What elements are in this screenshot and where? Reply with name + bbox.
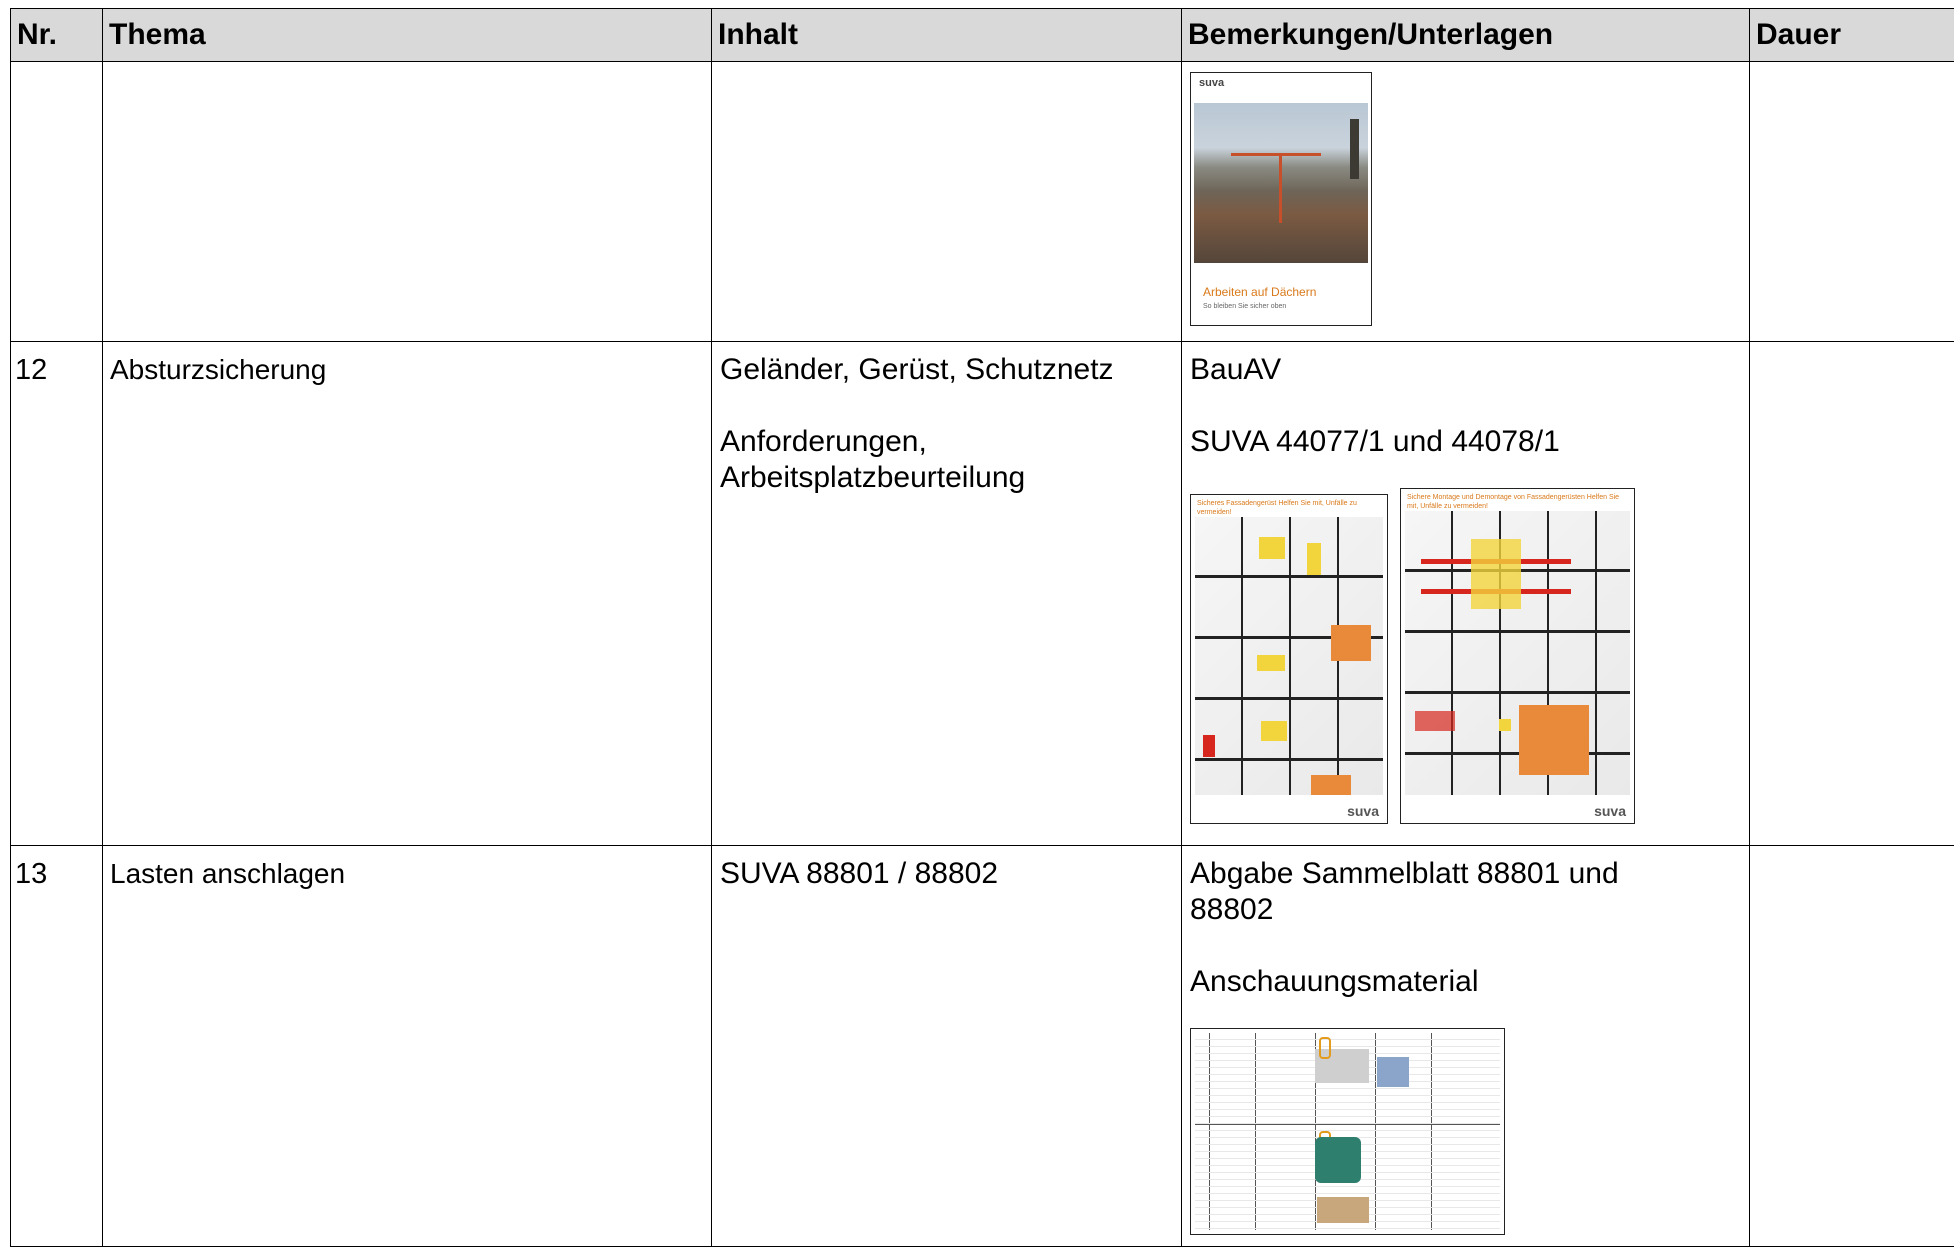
suva-logo: suva — [1594, 803, 1626, 819]
thema-text: Absturzsicherung — [103, 342, 711, 386]
poster-header: Sichere Montage und Demontage von Fassad… — [1407, 493, 1628, 511]
inhalt-line: Geländer, Gerüst, Schutznetz — [720, 352, 1173, 388]
cell-bemerkungen: BauAV SUVA 44077/1 und 44078/1 Sicheres … — [1182, 342, 1750, 846]
inhalt-line: Anforderungen, Arbeitsplatzbeurteilung — [720, 424, 1173, 496]
crane-arm-shape — [1231, 153, 1321, 156]
blue-box-image — [1377, 1057, 1409, 1087]
cell-thema — [103, 62, 712, 342]
cell-dauer — [1750, 846, 1954, 1247]
crane-mast-shape — [1279, 153, 1282, 223]
poster-header: Sicheres Fassadengerüst Helfen Sie mit, … — [1197, 499, 1381, 517]
suva-logo: suva — [1199, 77, 1224, 89]
thumb-title: Arbeiten auf Dächern — [1203, 285, 1316, 299]
bemerkung-line: Abgabe Sammelblatt 88801 und 88802 — [1190, 856, 1710, 928]
bemerkung-line: Anschauungsmaterial — [1190, 964, 1741, 1000]
row-number: 12 — [11, 342, 102, 387]
header-inhalt: Inhalt — [712, 9, 1182, 62]
cell-bemerkungen: suva Arbeiten auf Dächern So bleiben Sie… — [1182, 62, 1750, 342]
church-tower-shape — [1350, 119, 1359, 179]
cell-nr: 12 — [11, 342, 103, 846]
cell-bemerkungen: Abgabe Sammelblatt 88801 und 88802 Ansch… — [1182, 846, 1750, 1247]
bemerkung-line: BauAV — [1190, 352, 1741, 388]
document-thumbnail-roof: suva Arbeiten auf Dächern So bleiben Sie… — [1190, 72, 1372, 326]
header-dauer: Dauer — [1750, 9, 1954, 62]
header-thema: Thema — [103, 9, 712, 62]
cell-thema: Absturzsicherung — [103, 342, 712, 846]
cell-dauer — [1750, 342, 1954, 846]
poster-thumbnail: Sicheres Fassadengerüst Helfen Sie mit, … — [1190, 494, 1388, 824]
collection-sheet-thumbnail — [1190, 1028, 1505, 1235]
cell-inhalt — [712, 62, 1182, 342]
poster-thumbnail: Sichere Montage und Demontage von Fassad… — [1400, 488, 1635, 824]
header-row: Nr. Thema Inhalt Bemerkungen/Unterlagen … — [11, 9, 1954, 62]
cell-dauer — [1750, 62, 1954, 342]
header-bemerkungen: Bemerkungen/Unterlagen — [1182, 9, 1750, 62]
thema-text: Lasten anschlagen — [103, 846, 711, 890]
cell-inhalt: SUVA 88801 / 88802 — [712, 846, 1182, 1247]
cell-thema: Lasten anschlagen — [103, 846, 712, 1247]
inhalt-line: SUVA 88801 / 88802 — [720, 856, 1173, 892]
wood-image — [1317, 1197, 1369, 1223]
training-plan-table: Nr. Thema Inhalt Bemerkungen/Unterlagen … — [10, 8, 1954, 1247]
cell-nr — [11, 62, 103, 342]
table-row: 13 Lasten anschlagen SUVA 88801 / 88802 … — [11, 846, 1954, 1247]
hook-icon — [1319, 1037, 1331, 1059]
table-row: suva Arbeiten auf Dächern So bleiben Sie… — [11, 62, 1954, 342]
cell-nr: 13 — [11, 846, 103, 1247]
thumb-subtitle: So bleiben Sie sicher oben — [1203, 303, 1286, 310]
suva-logo: suva — [1347, 803, 1379, 819]
bemerkung-line: SUVA 44077/1 und 44078/1 — [1190, 424, 1741, 460]
header-nr: Nr. — [11, 9, 103, 62]
net-image — [1315, 1137, 1361, 1183]
row-number: 13 — [11, 846, 102, 891]
cell-inhalt: Geländer, Gerüst, Schutznetz Anforderung… — [712, 342, 1182, 846]
table-row: 12 Absturzsicherung Geländer, Gerüst, Sc… — [11, 342, 1954, 846]
